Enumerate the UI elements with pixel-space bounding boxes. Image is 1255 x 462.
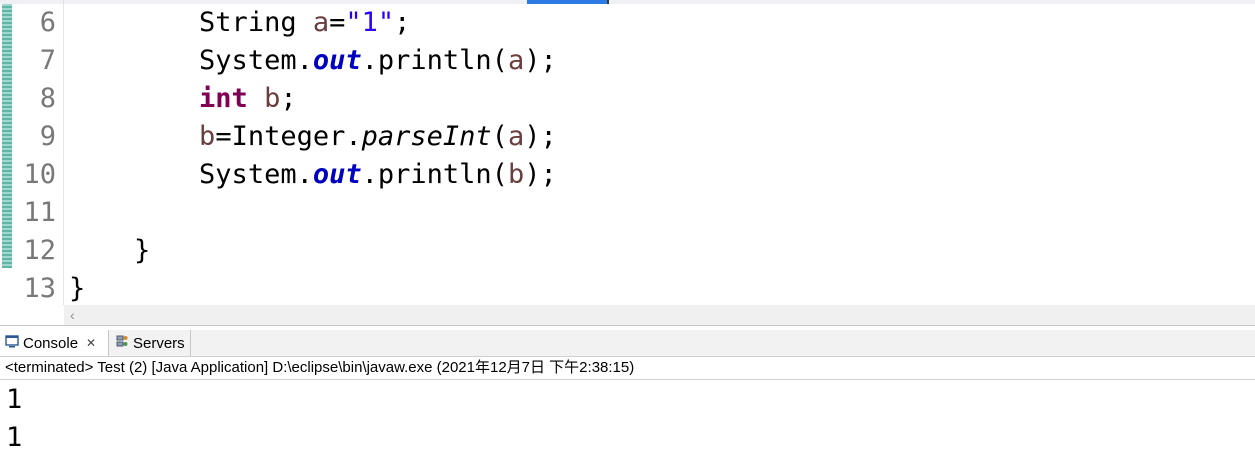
- code-token: System.: [199, 159, 313, 190]
- static-field-token: out: [312, 45, 362, 76]
- code-token: }: [69, 273, 86, 304]
- line-number: 10: [23, 159, 56, 190]
- code-line[interactable]: String a="1";: [69, 4, 410, 42]
- tab-console-label: Console: [23, 334, 79, 352]
- process-status-text: <terminated> Test (2) [Java Application]…: [5, 359, 635, 376]
- local-variable-token: b: [199, 121, 216, 152]
- local-variable-token: a: [507, 121, 525, 152]
- tab-servers[interactable]: Servers: [110, 330, 191, 356]
- code-token: );: [524, 121, 557, 152]
- code-token: ;: [280, 83, 297, 114]
- code-token: String: [199, 7, 313, 38]
- static-field-token: out: [312, 159, 362, 190]
- tab-console[interactable]: Console ✕: [0, 330, 109, 356]
- tab-servers-label: Servers: [133, 334, 185, 352]
- code-line[interactable]: System.out.println(a);: [69, 42, 557, 80]
- line-number: 8: [39, 83, 56, 114]
- code-token: (: [491, 121, 508, 152]
- line-number: 9: [39, 121, 56, 152]
- code-token: ;: [394, 7, 411, 38]
- horizontal-scrollbar[interactable]: ‹: [64, 305, 1255, 325]
- code-token: .println(: [361, 159, 508, 190]
- output-line: 1: [6, 422, 23, 453]
- code-token: );: [524, 45, 557, 76]
- local-variable-token: b: [264, 83, 281, 114]
- line-number: 7: [39, 45, 56, 76]
- string-literal-token: "1": [345, 7, 395, 38]
- code-token: =Integer.: [215, 121, 362, 152]
- code-token: );: [524, 159, 557, 190]
- view-tab-bar: Console ✕ Servers: [0, 330, 1255, 357]
- scroll-left-icon[interactable]: ‹: [70, 305, 75, 325]
- code-line[interactable]: }: [69, 270, 85, 305]
- code-line[interactable]: int b;: [69, 80, 297, 118]
- line-number: 13: [23, 273, 56, 304]
- code-line[interactable]: b=Integer.parseInt(a);: [69, 118, 557, 156]
- code-line[interactable]: System.out.println(b);: [69, 156, 557, 194]
- selection-marker: [527, 0, 607, 4]
- console-status-bar: <terminated> Test (2) [Java Application]…: [0, 357, 1255, 380]
- code-token: .println(: [361, 45, 508, 76]
- code-token: System.: [199, 45, 313, 76]
- local-variable-token: a: [312, 7, 330, 38]
- code-editor[interactable]: 6 7 8 9 10 11 12 13 String a="1"; System…: [0, 0, 1255, 305]
- line-number: 12: [23, 235, 56, 266]
- close-icon[interactable]: ✕: [86, 336, 96, 350]
- local-variable-token: a: [507, 45, 525, 76]
- output-line: 1: [6, 384, 23, 415]
- gutter-separator: [63, 0, 64, 305]
- line-number: 11: [23, 197, 56, 228]
- code-token: =: [329, 7, 346, 38]
- code-line[interactable]: }: [69, 232, 150, 270]
- line-number: 6: [39, 7, 56, 38]
- local-variable-token: b: [507, 159, 525, 190]
- keyword-token: int: [199, 83, 248, 114]
- code-token: }: [69, 235, 151, 266]
- console-view: Console ✕ Servers <terminated> Test (2) …: [0, 326, 1255, 462]
- servers-icon: [115, 334, 129, 352]
- console-icon: [5, 334, 19, 352]
- caret-marker: [607, 0, 609, 4]
- static-method-token: parseInt: [361, 121, 492, 152]
